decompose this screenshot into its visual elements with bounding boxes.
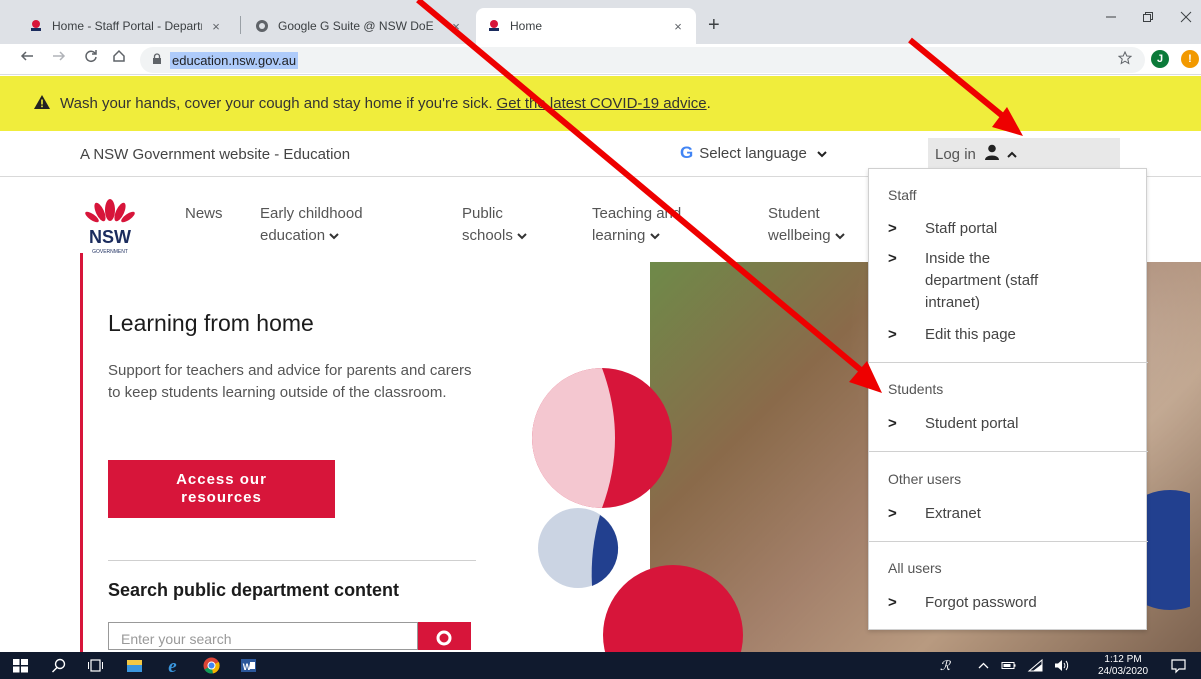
clock-time: 1:12 PM: [1104, 654, 1142, 665]
notification-icon[interactable]: [1170, 657, 1187, 674]
annotation-arrow-line: [416, 0, 870, 379]
annotation-arrow-line: [908, 37, 1012, 125]
wifi-icon[interactable]: [1027, 657, 1044, 674]
word-icon[interactable]: W: [240, 657, 257, 674]
annotation-arrows: [416, 0, 1023, 393]
chrome-icon[interactable]: [203, 657, 220, 674]
search-icon[interactable]: [50, 657, 67, 674]
system-clock[interactable]: 1:12 PM 24/03/2020: [1098, 654, 1148, 678]
windows-start-icon[interactable]: [12, 657, 29, 674]
task-view-icon[interactable]: [87, 657, 104, 674]
clock-date: 24/03/2020: [1098, 666, 1149, 677]
svg-text:e: e: [168, 657, 177, 674]
pen-workspace-icon[interactable]: ℛ: [937, 656, 954, 673]
file-explorer-icon[interactable]: [126, 657, 143, 674]
chevron-up-icon[interactable]: [975, 657, 992, 674]
battery-icon[interactable]: [1000, 657, 1017, 674]
volume-icon[interactable]: [1053, 657, 1070, 674]
windows-taskbar: e W ℛ 1:12 PM 24/03/2020: [0, 652, 1201, 679]
edge-browser-icon[interactable]: e: [164, 656, 181, 677]
svg-text:ℛ: ℛ: [940, 658, 952, 673]
